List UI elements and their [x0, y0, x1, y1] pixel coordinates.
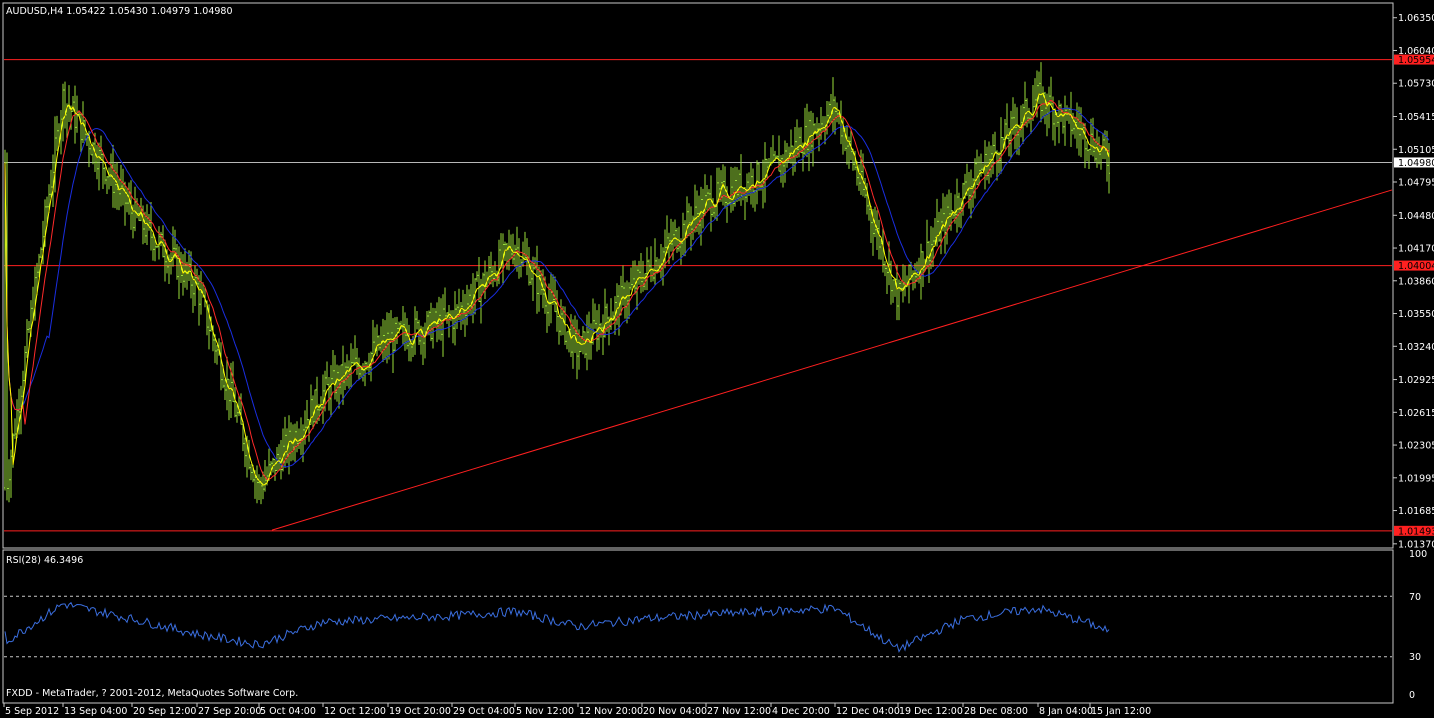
rsi-scale-label: 0	[1409, 690, 1415, 701]
price-tick-label: 1.02305	[1398, 441, 1434, 452]
copyright-footer: FXDD - MetaTrader, ? 2001-2012, MetaQuot…	[6, 688, 298, 699]
rsi-label: RSI(28) 46.3496	[6, 555, 83, 566]
time-tick-label: 12 Nov 20:00	[579, 706, 643, 717]
time-tick-label: 5 Nov 12:00	[516, 706, 574, 717]
price-tick-label: 1.04170	[1398, 244, 1434, 255]
metatrader-chart[interactable]: AUDUSD,H4 1.05422 1.05430 1.04979 1.0498…	[0, 0, 1434, 718]
price-tick-label: 1.03860	[1398, 276, 1434, 287]
price-tick-label: 1.05730	[1398, 79, 1434, 90]
time-tick-label: 4 Dec 20:00	[772, 706, 830, 717]
time-tick-label: 12 Oct 12:00	[324, 706, 386, 717]
price-tick-label: 1.03550	[1398, 309, 1434, 320]
time-tick-label: 29 Oct 04:00	[453, 706, 515, 717]
time-tick-label: 19 Oct 20:00	[389, 706, 451, 717]
price-tick-label: 1.06350	[1398, 13, 1434, 24]
horizontal-line-price-label: 1.05954	[1398, 55, 1434, 66]
symbol-header: AUDUSD,H4 1.05422 1.05430 1.04979 1.0498…	[6, 6, 233, 17]
price-tick-label: 1.03240	[1398, 342, 1434, 353]
time-tick-label: 15 Jan 12:00	[1091, 706, 1151, 717]
time-tick-label: 13 Sep 04:00	[64, 706, 127, 717]
time-tick-label: 28 Dec 08:00	[964, 706, 1028, 717]
rsi-scale-label: 70	[1409, 592, 1421, 603]
rsi-scale-label: 100	[1409, 549, 1427, 560]
time-tick-label: 5 Sep 2012	[5, 706, 59, 717]
time-tick-label: 5 Oct 04:00	[260, 706, 316, 717]
price-tick-label: 1.01995	[1398, 473, 1434, 484]
rsi-scale-label: 30	[1409, 652, 1421, 663]
time-tick-label: 27 Nov 12:00	[707, 706, 771, 717]
price-tick-label: 1.05105	[1398, 145, 1434, 156]
time-tick-label: 20 Nov 04:00	[643, 706, 707, 717]
current-price-label: 1.04980	[1398, 158, 1434, 169]
time-tick-label: 27 Sep 20:00	[198, 706, 261, 717]
price-tick-label: 1.02615	[1398, 408, 1434, 419]
horizontal-line-price-label: 1.01493	[1398, 526, 1434, 537]
price-tick-label: 1.05415	[1398, 112, 1434, 123]
time-tick-label: 12 Dec 04:00	[836, 706, 900, 717]
price-tick-label: 1.02925	[1398, 375, 1434, 386]
time-tick-label: 20 Sep 12:00	[133, 706, 196, 717]
price-tick-label: 1.04795	[1398, 178, 1434, 189]
time-tick-label: 8 Jan 04:00	[1039, 706, 1093, 717]
price-tick-label: 1.04480	[1398, 211, 1434, 222]
horizontal-line-price-label: 1.04004	[1398, 261, 1434, 272]
time-tick-label: 19 Dec 12:00	[899, 706, 963, 717]
price-tick-label: 1.01685	[1398, 506, 1434, 517]
